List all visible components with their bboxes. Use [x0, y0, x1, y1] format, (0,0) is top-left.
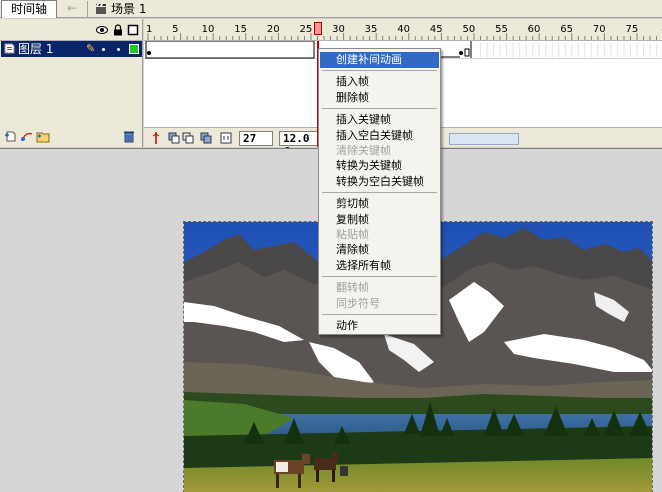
- ruler-label: 45: [429, 24, 443, 35]
- layer-header: [0, 19, 143, 41]
- menu-item[interactable]: 复制帧: [320, 212, 439, 228]
- menu-item[interactable]: 插入空白关键帧: [320, 128, 439, 144]
- scene-label[interactable]: 场景 1: [111, 1, 146, 17]
- outline-square-icon[interactable]: [127, 24, 139, 36]
- ruler-label: 20: [266, 24, 280, 35]
- menu-item: 清除关键帧: [336, 144, 391, 157]
- menu-item: 翻转帧: [336, 281, 369, 295]
- ruler-label: 65: [560, 24, 573, 35]
- ruler-label: 1: [146, 24, 153, 35]
- menu-item[interactable]: 动作: [320, 318, 439, 334]
- menu-separator: [322, 314, 437, 315]
- menu-item[interactable]: 插入帧: [320, 74, 439, 90]
- insert-layer-icon[interactable]: [4, 130, 18, 143]
- ruler-label: 35: [364, 24, 378, 35]
- menu-item[interactable]: 选择所有帧: [320, 258, 439, 274]
- menu-item[interactable]: 转换为关键帧: [320, 158, 439, 174]
- ruler-label: 55: [495, 24, 508, 35]
- edit-multiple-frames-icon[interactable]: [200, 132, 212, 144]
- layer-outline-color[interactable]: [129, 44, 139, 54]
- menu-item[interactable]: 转换为空白关键帧: [320, 174, 439, 190]
- timeline-tab[interactable]: 时间轴: [1, 0, 57, 18]
- current-frame-field[interactable]: 27: [239, 131, 273, 146]
- eye-icon[interactable]: [96, 24, 108, 36]
- menu-item[interactable]: 插入关键帧: [320, 112, 439, 128]
- ruler-label: 15: [234, 24, 247, 35]
- lock-icon[interactable]: [112, 24, 124, 36]
- ruler-label: 5: [172, 24, 179, 35]
- layer-row[interactable]: 图层 1 ✎: [1, 41, 142, 57]
- context-menu: 创建补间动画 插入帧 删除帧插入关键帧 插入空白关键帧 清除关键帧 转换为关键帧 转换为空白…: [318, 48, 441, 335]
- ruler-label: 60: [527, 24, 541, 35]
- menu-item[interactable]: 创建补间动画: [320, 52, 439, 68]
- ruler-label: 75: [625, 24, 639, 35]
- ruler-label: 10: [201, 24, 215, 35]
- menu-separator: [322, 108, 437, 110]
- layer-panel: 图层 1 ✎: [0, 19, 143, 147]
- ruler-label: 50: [462, 24, 476, 35]
- menu-item[interactable]: 清除帧: [320, 242, 439, 258]
- pencil-icon: ✎: [86, 42, 96, 55]
- timeline-toolbar: 时间轴 ← 场景 1: [0, 0, 662, 18]
- playhead[interactable]: [314, 22, 322, 35]
- menu-separator: [322, 192, 437, 194]
- onion-skin-outlines-icon[interactable]: [182, 132, 194, 144]
- menu-separator: [322, 276, 437, 278]
- lock-dot[interactable]: [117, 48, 120, 51]
- frame-ruler[interactable]: 1510152025303540455055606570758: [144, 19, 662, 41]
- menu-item: 粘贴帧: [336, 228, 369, 241]
- motion-guide-icon[interactable]: [20, 130, 34, 143]
- toolbar-divider: [87, 1, 88, 17]
- modify-onion-markers-icon[interactable]: [220, 132, 232, 144]
- back-arrow-icon[interactable]: ←: [64, 1, 80, 16]
- scene-clapper-icon: [96, 4, 106, 14]
- layer-page-icon: [4, 43, 15, 54]
- center-frame-icon[interactable]: [150, 132, 162, 144]
- menu-item: 同步符号: [336, 296, 380, 310]
- ruler-label: 40: [397, 24, 410, 35]
- ruler-label: 70: [592, 24, 606, 35]
- visibility-dot[interactable]: [102, 48, 105, 51]
- ruler-label: 25: [299, 24, 313, 35]
- onion-skin-icon[interactable]: [168, 132, 180, 144]
- timeline-scrollbar[interactable]: [449, 133, 519, 145]
- layer-footer: [0, 127, 143, 147]
- frame-rate-field[interactable]: 12.0 f: [279, 131, 319, 158]
- menu-separator: [322, 70, 437, 72]
- menu-item[interactable]: 删除帧: [320, 90, 439, 106]
- insert-folder-icon[interactable]: [36, 130, 50, 143]
- layer-name[interactable]: 图层 1: [18, 41, 53, 57]
- ruler-label: 30: [332, 24, 345, 35]
- trash-icon[interactable]: [122, 130, 136, 143]
- menu-item[interactable]: 剪切帧: [320, 196, 439, 212]
